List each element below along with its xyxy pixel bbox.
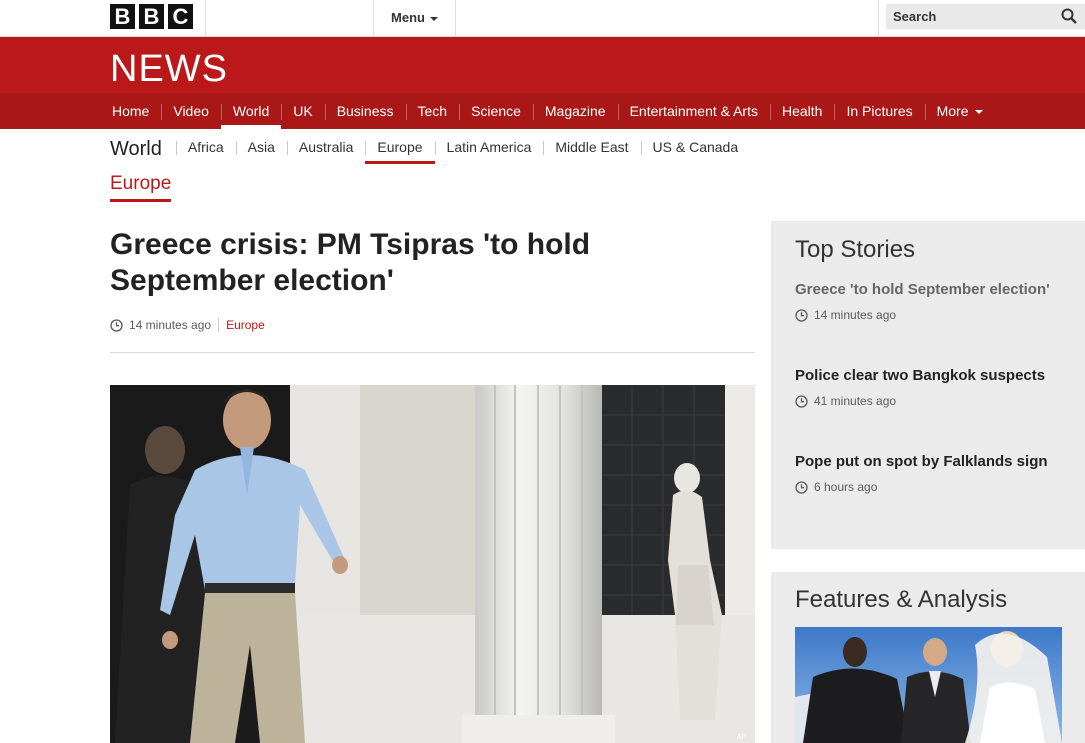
nav-item-tech[interactable]: Tech xyxy=(405,93,460,129)
nav-item-business[interactable]: Business xyxy=(324,93,406,129)
nav-item-home[interactable]: Home xyxy=(100,93,161,129)
main-nav: Home Video World UK Business Tech Scienc… xyxy=(0,93,1085,129)
nav-item-health[interactable]: Health xyxy=(770,93,834,129)
top-story-time: 14 minutes ago xyxy=(795,308,1055,322)
photo-credit: AP xyxy=(737,734,747,741)
chevron-down-icon xyxy=(974,110,983,115)
features-panel: Features & Analysis xyxy=(771,572,1085,743)
divider xyxy=(455,0,456,36)
subnav-section-title[interactable]: World xyxy=(110,138,176,161)
top-stories-panel: Top Stories Greece 'to hold September el… xyxy=(771,221,1085,549)
nav-item-science[interactable]: Science xyxy=(459,93,533,129)
top-story-item[interactable]: Greece 'to hold September election' 14 m… xyxy=(795,279,1055,322)
divider xyxy=(205,0,206,36)
top-story-timestamp: 14 minutes ago xyxy=(814,308,897,322)
article-headline: Greece crisis: PM Tsipras 'to hold Septe… xyxy=(110,228,591,297)
article-photo: AP xyxy=(110,385,755,743)
search-box xyxy=(886,4,1085,29)
nav-item-in-pictures[interactable]: In Pictures xyxy=(834,93,924,129)
search-input[interactable] xyxy=(886,4,1051,29)
clock-icon xyxy=(110,318,123,332)
article-meta: 14 minutes ago Europe xyxy=(110,318,265,332)
top-story-title[interactable]: Pope put on spot by Falklands sign xyxy=(795,451,1055,473)
clock-icon xyxy=(795,480,808,494)
top-story-title[interactable]: Greece 'to hold September election' xyxy=(795,279,1055,301)
subnav-item-europe[interactable]: Europe xyxy=(365,134,435,164)
top-bar: B B C Menu xyxy=(0,0,1085,37)
top-stories-title: Top Stories xyxy=(795,236,916,263)
top-story-timestamp: 41 minutes ago xyxy=(814,394,897,408)
subnav-item-middle-east[interactable]: Middle East xyxy=(543,134,640,164)
nav-item-more-label: More xyxy=(936,103,969,119)
top-story-item[interactable]: Police clear two Bangkok suspects 41 min… xyxy=(795,365,1055,408)
subnav-item-australia[interactable]: Australia xyxy=(286,134,365,164)
bbc-logo-letter: B xyxy=(139,4,164,29)
top-story-time: 6 hours ago xyxy=(795,480,1055,494)
divider xyxy=(878,0,879,36)
subnav-item-us-canada[interactable]: US & Canada xyxy=(640,134,751,164)
menu-button[interactable]: Menu xyxy=(374,0,455,36)
top-story-timestamp: 6 hours ago xyxy=(814,480,878,494)
search-icon[interactable] xyxy=(1061,8,1077,24)
article-timestamp: 14 minutes ago xyxy=(129,318,212,332)
nav-item-magazine[interactable]: Magazine xyxy=(532,93,618,129)
news-logo[interactable]: NEWS xyxy=(110,48,228,91)
feature-photo-illustration xyxy=(795,627,1062,743)
sub-nav: World Africa Asia Australia Europe Latin… xyxy=(110,134,750,164)
top-story-item[interactable]: Pope put on spot by Falklands sign 6 hou… xyxy=(795,451,1055,494)
article-section-link[interactable]: Europe xyxy=(226,318,265,332)
top-story-time: 41 minutes ago xyxy=(795,394,1055,408)
menu-label: Menu xyxy=(391,10,425,25)
clock-icon xyxy=(795,394,808,408)
features-title: Features & Analysis xyxy=(795,586,1008,613)
page-section-label[interactable]: Europe xyxy=(110,173,172,202)
top-story-title[interactable]: Police clear two Bangkok suspects xyxy=(795,365,1055,387)
clock-icon xyxy=(795,308,808,322)
feature-photo[interactable] xyxy=(795,627,1062,743)
nav-item-more[interactable]: More xyxy=(924,93,995,129)
chevron-down-icon xyxy=(429,16,438,21)
bbc-logo[interactable]: B B C xyxy=(110,4,193,29)
nav-item-uk[interactable]: UK xyxy=(281,93,324,129)
nav-item-video[interactable]: Video xyxy=(161,93,221,129)
subnav-item-africa[interactable]: Africa xyxy=(175,134,236,164)
nav-item-entertainment[interactable]: Entertainment & Arts xyxy=(617,93,770,129)
divider xyxy=(218,318,220,332)
subnav-item-asia[interactable]: Asia xyxy=(235,134,287,164)
nav-item-world[interactable]: World xyxy=(220,93,282,129)
subnav-item-latin-america[interactable]: Latin America xyxy=(434,134,544,164)
bbc-logo-letter: B xyxy=(110,4,135,29)
article-photo-illustration: AP xyxy=(110,385,755,743)
bbc-logo-letter: C xyxy=(168,4,193,29)
divider xyxy=(110,352,755,353)
